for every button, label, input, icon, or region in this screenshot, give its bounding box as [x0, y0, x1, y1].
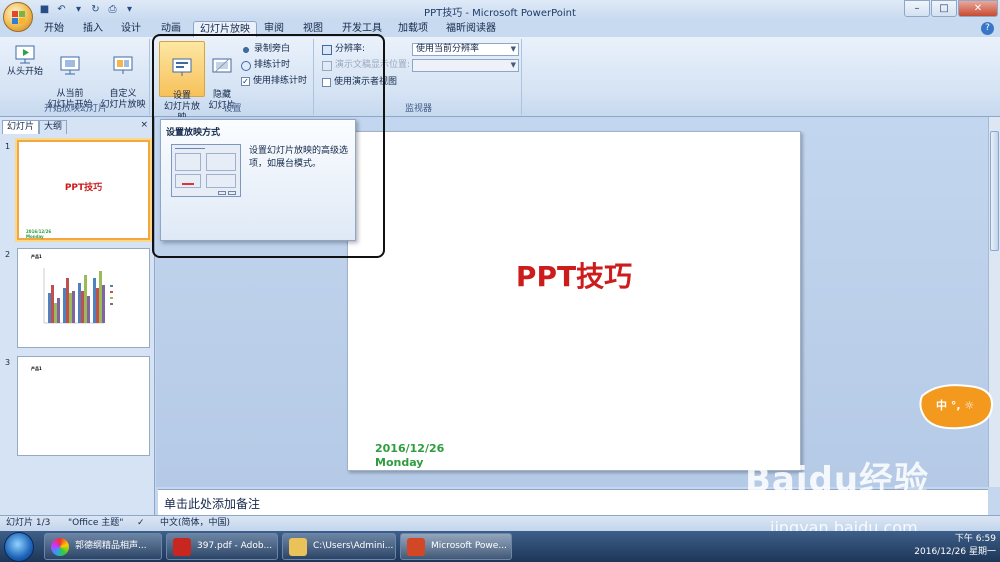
tab-home[interactable]: 开始: [38, 21, 70, 37]
status-slide-index: 幻灯片 1/3: [6, 518, 51, 528]
taskbar-item-explorer[interactable]: C:\Users\Admini...: [282, 533, 396, 560]
office-button[interactable]: [3, 2, 33, 32]
help-icon[interactable]: ?: [981, 22, 994, 35]
tab-design[interactable]: 设计: [115, 21, 147, 37]
thumb-title: 产品1: [31, 366, 42, 371]
show-presentation-on-dropdown[interactable]: ▼: [412, 59, 519, 72]
tab-add-ins[interactable]: 加载项: [392, 21, 434, 37]
slides-panel: 幻灯片 大纲 × 1 PPT技巧 2016/12/26 Monday 2 产品1…: [0, 117, 155, 515]
tab-foxit-reader[interactable]: 福昕阅读器: [440, 21, 502, 37]
ribbon-tabs: 开始 插入 设计 动画 幻灯片放映 审阅 视图 开发工具 加载项 福昕阅读器 ?: [0, 20, 1000, 37]
taskbar-item-media[interactable]: 郭德纲精品相声...: [44, 533, 162, 560]
system-tray: 下午 6:59 2016/12/26 星期一: [914, 533, 996, 559]
group-start-slideshow: 从头开始 从当前 幻灯片开始 自定义 幻灯片放映 开始放映幻灯片: [2, 39, 150, 115]
slide-number: 2: [5, 250, 11, 259]
slideshow-play-icon: [15, 45, 35, 64]
spellcheck-icon[interactable]: ✓: [137, 516, 145, 531]
scrollbar-thumb[interactable]: [990, 131, 999, 251]
thumb-chart-icon: [43, 268, 113, 324]
media-player-icon: [51, 538, 69, 556]
custom-slideshow-icon: [113, 56, 133, 74]
title-bar: ■ ↶ ▾ ↻ ⎙ ▾ PPT技巧 - Microsoft PowerPoint…: [0, 0, 1000, 20]
thumb-title: PPT技巧: [64, 183, 103, 193]
taskbar: 郭德纲精品相声... 397.pdf - Adob... C:\Users\Ad…: [0, 531, 1000, 562]
thumb-day: Monday: [26, 234, 44, 239]
pdf-icon: [173, 538, 191, 556]
taskbar-item-powerpoint[interactable]: Microsoft Powe...: [400, 533, 512, 560]
tab-outline-panel[interactable]: 大纲: [39, 120, 68, 134]
clock-time[interactable]: 下午 6:59: [914, 533, 996, 546]
annotation-highlight-box: [152, 34, 385, 258]
slide-date[interactable]: 2016/12/26 Monday: [375, 442, 444, 470]
ribbon: 从头开始 从当前 幻灯片开始 自定义 幻灯片放映 开始放映幻灯片 设置 幻灯片放…: [0, 37, 1000, 123]
minimize-button[interactable]: –: [904, 0, 930, 17]
slide-title[interactable]: PPT技巧: [348, 255, 800, 295]
folder-icon: [289, 538, 307, 556]
clock-date[interactable]: 2016/12/26 星期一: [914, 546, 996, 559]
chevron-down-icon: ▼: [510, 45, 516, 53]
powerpoint-icon: [407, 538, 425, 556]
slide-thumbnail-2[interactable]: 产品1: [17, 248, 150, 348]
current-slide[interactable]: PPT技巧 2016/12/26 Monday: [347, 131, 801, 471]
window-title: PPT技巧 - Microsoft PowerPoint: [424, 8, 576, 19]
group-label-start: 开始放映幻灯片: [43, 104, 107, 114]
slide-thumbnail-3[interactable]: 产品1: [17, 356, 150, 456]
status-theme: "Office 主题": [68, 518, 124, 528]
status-language[interactable]: 中文(简体，中国): [160, 516, 230, 531]
slide-thumbnail-1[interactable]: PPT技巧 2016/12/26 Monday: [17, 140, 150, 240]
slideshow-current-icon: [60, 56, 80, 75]
maximize-button[interactable]: □: [931, 0, 957, 17]
tab-slides-panel[interactable]: 幻灯片: [2, 120, 40, 134]
thumb-title: 产品1: [31, 254, 42, 259]
slide-number: 3: [5, 358, 11, 367]
ime-toolbar[interactable]: 中 °, ☼: [918, 380, 996, 432]
baidu-watermark: Baidu经验: [745, 460, 930, 500]
from-beginning-button[interactable]: 从头开始: [5, 43, 45, 78]
start-button[interactable]: [4, 532, 34, 562]
slide-number: 1: [5, 142, 11, 151]
close-panel-icon[interactable]: ×: [140, 120, 148, 130]
office-logo-icon: [12, 11, 25, 24]
tab-insert[interactable]: 插入: [77, 21, 109, 37]
close-button[interactable]: ✕: [958, 0, 998, 17]
resolution-dropdown[interactable]: 使用当前分辨率 ▼: [412, 43, 519, 56]
chevron-down-icon: ▼: [510, 61, 516, 69]
taskbar-item-pdf[interactable]: 397.pdf - Adob...: [166, 533, 278, 560]
